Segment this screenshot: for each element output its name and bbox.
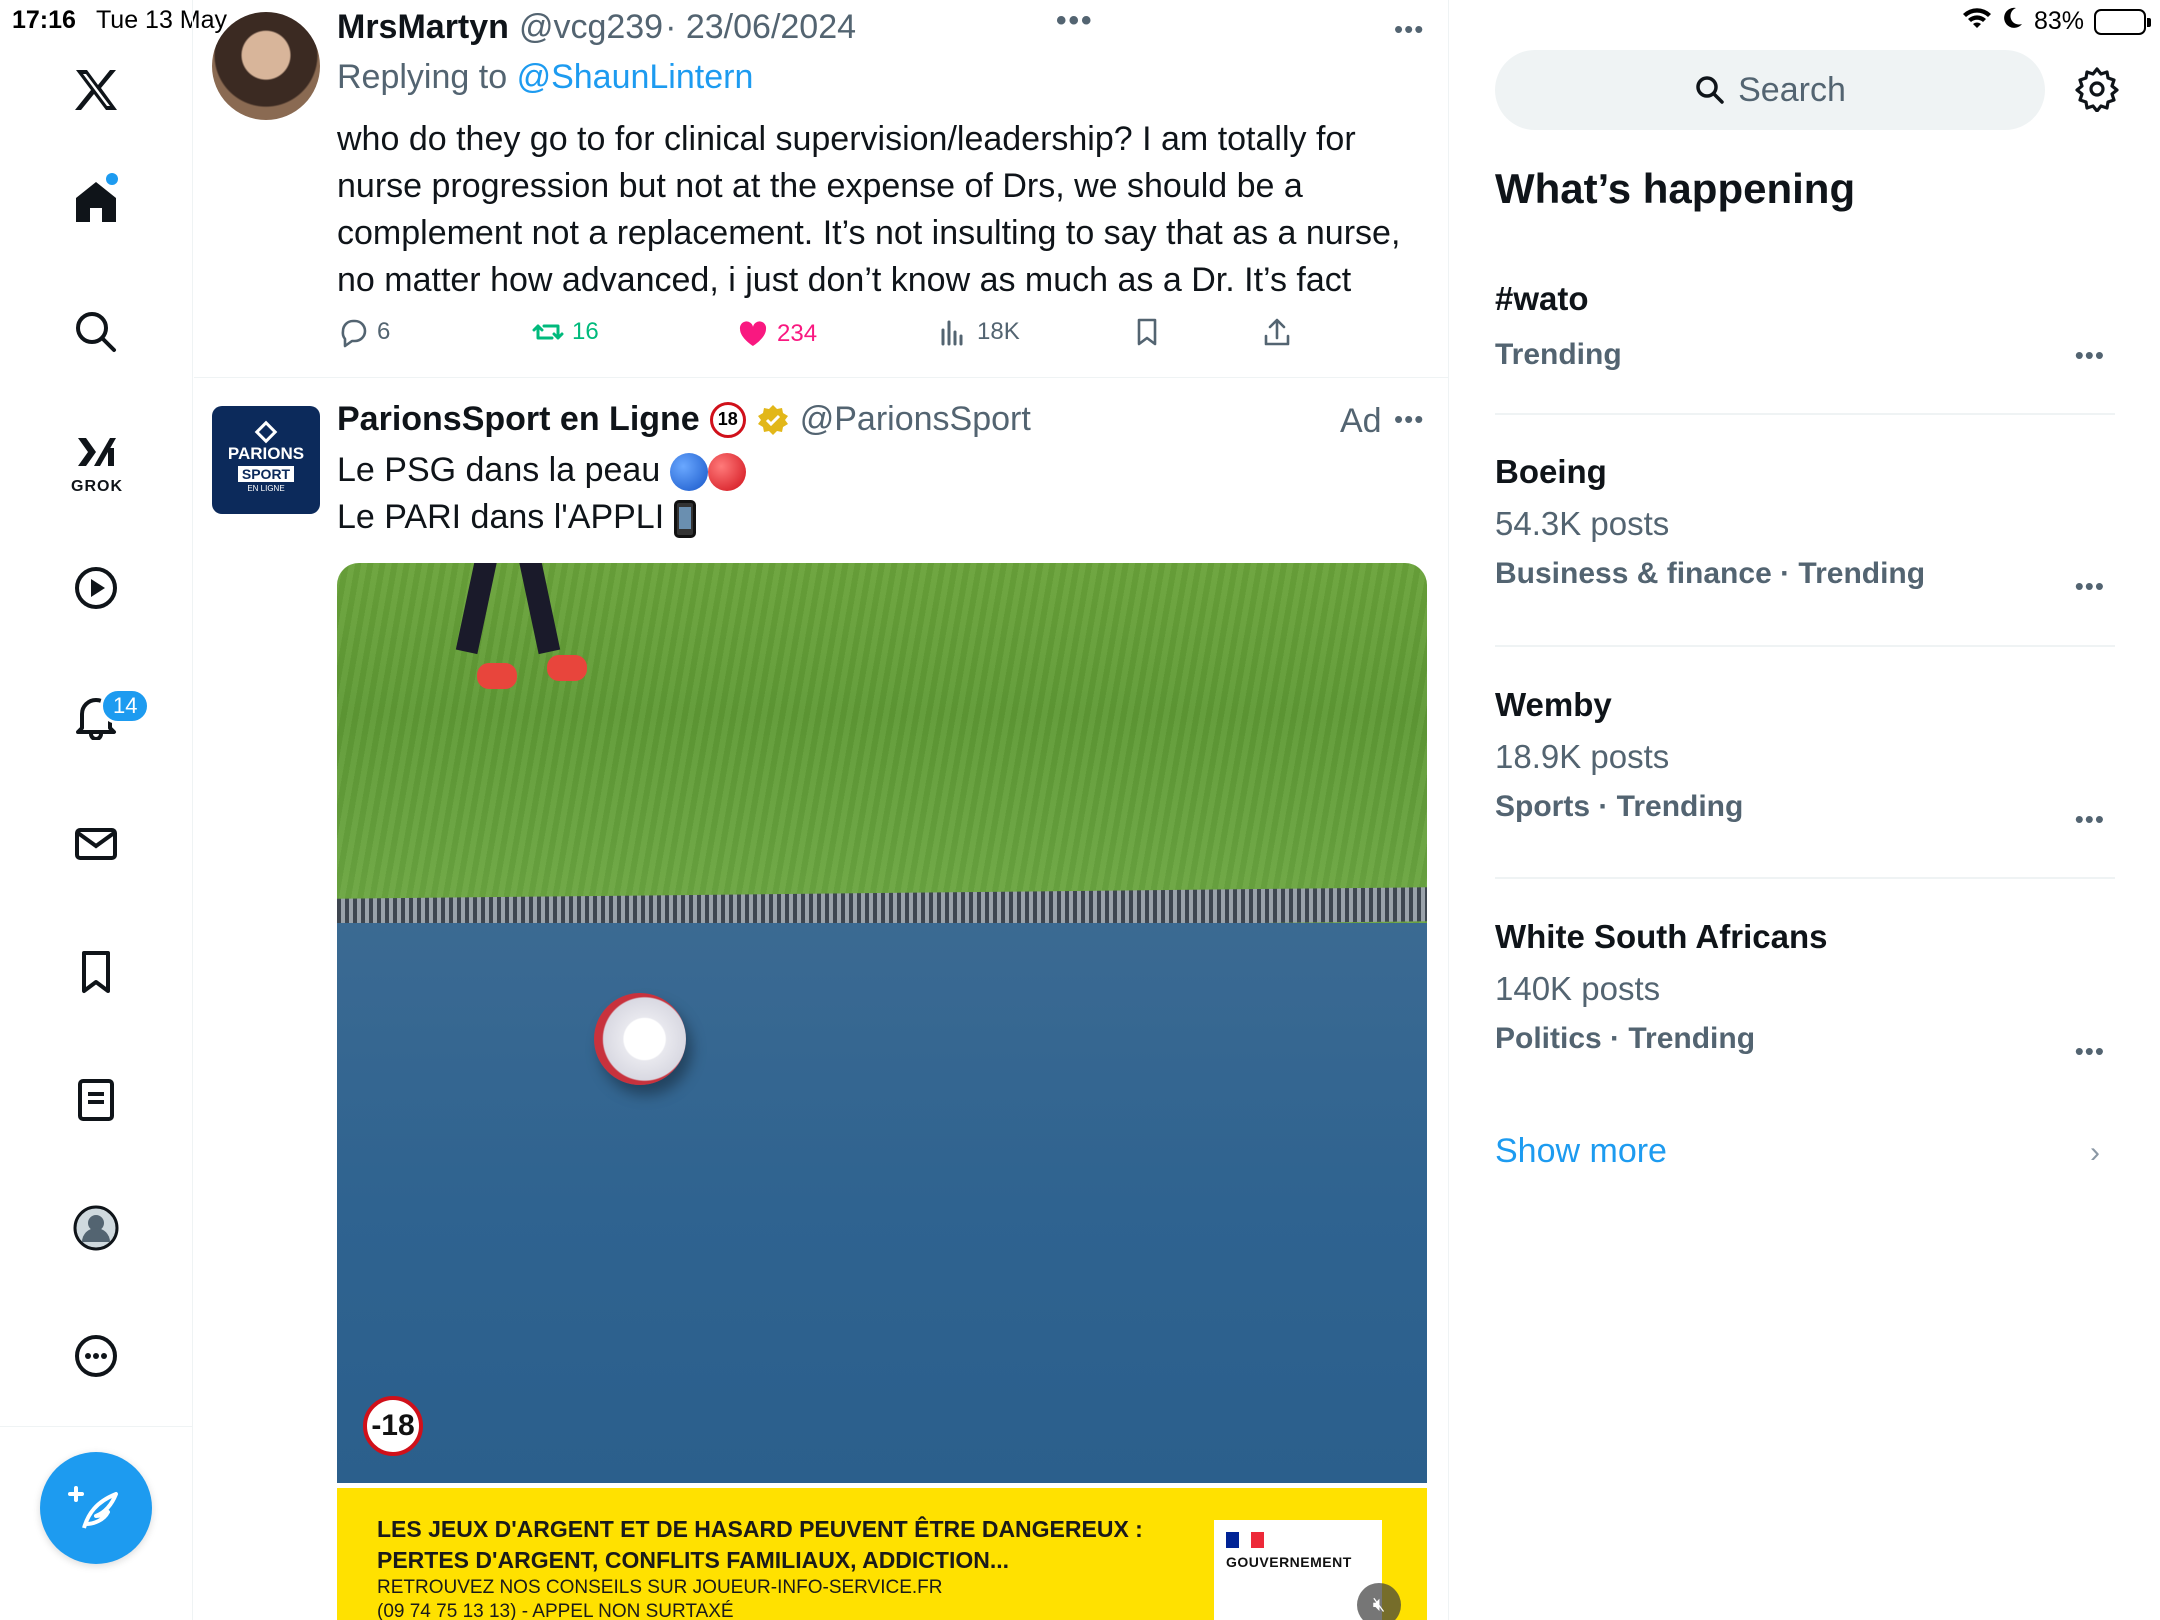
player-shoe [477,663,517,689]
gear-icon[interactable] [2074,66,2120,113]
age-warning-badge: -18 [363,1396,423,1456]
grok-icon[interactable] [70,426,122,478]
trend-more-button[interactable]: ••• [2075,1036,2105,1067]
nav-divider [0,1426,193,1427]
right-sidebar: Search What’s happening #wato Trending •… [1450,0,2160,1620]
video-ball [594,993,686,1085]
trend-item[interactable]: White South Africans 140K posts Politics… [1495,918,2115,1066]
trend-name: Wemby [1495,686,1612,723]
avatar-logo-text-3: EN LIGNE [247,483,285,493]
trend-more-button[interactable]: ••• [2075,804,2105,835]
trend-more-button[interactable]: ••• [2075,340,2105,371]
ad-video[interactable]: -18 LES JEUX D'ARGENT ET DE HASARD PEUVE… [337,563,1427,1620]
speaker-muted-icon: 🔇︎ [1372,1593,1386,1616]
ad-text-line-2: Le PARI dans l'APPLI [337,498,665,536]
trend-category: Politics · Trending [1495,1022,1756,1055]
trend-posts: 140K posts [1495,970,1661,1007]
compose-button[interactable] [40,1452,152,1564]
search-icon[interactable] [70,306,122,358]
lists-icon[interactable] [70,1074,122,1126]
notifications-badge: 14 [100,688,151,724]
trend-name: White South Africans [1495,918,1828,955]
red-circle-emoji [707,453,746,492]
trend-name: #wato [1495,280,1589,317]
more-icon[interactable] [70,1330,122,1382]
government-label: GOUVERNEMENT [1226,1554,1352,1570]
video-floor [337,923,1427,1483]
age-restriction-icon: 18 [709,401,746,438]
home-unread-dot [106,173,118,185]
trend-category: Sports · Trending [1495,790,1744,823]
tweet-text-line-1: Le PSG dans la peau [337,447,1407,494]
tweet-text-line-2: Le PARI dans l'APPLI [337,494,1407,541]
trend-item[interactable]: Wemby 18.9K posts Sports · Trending ••• [1495,686,2115,834]
search-icon [1696,76,1724,104]
search-placeholder: Search [1738,70,1846,109]
mute-button[interactable]: 🔇︎ [1357,1583,1401,1620]
bookmark-icon[interactable] [70,946,122,998]
timeline: ••• MrsMartyn @vcg239 · 23/06/2024 ••• R… [194,0,1449,1620]
whats-happening-title: What’s happening [1495,165,1856,212]
player-shoe [547,655,587,681]
search-input[interactable]: Search [1495,50,2045,130]
blue-circle-emoji [669,453,708,492]
author-handle[interactable]: @ParionsSport [800,400,1031,439]
trend-category: Trending [1495,338,1622,371]
trend-category: Business & finance · Trending [1495,557,1926,590]
trend-divider [1495,645,2115,647]
trend-divider [1495,413,2115,415]
author-name[interactable]: ParionsSport en Ligne [337,400,700,439]
ad-label: Ad [1340,402,1382,440]
tweet-header: ParionsSport en Ligne 18 @ParionsSport [337,400,1031,439]
french-flag-icon [1226,1532,1265,1548]
avatar-logo-text: PARIONS [227,443,305,463]
verified-badge-icon [757,404,788,435]
left-navigation: GROK 14 [0,0,193,1620]
x-logo-icon[interactable] [70,64,122,116]
trend-more-button[interactable]: ••• [2075,571,2105,602]
chevron-right-icon: › [2090,1136,2100,1169]
tweet-parionssport-ad[interactable]: PARIONS SPORT EN LIGNE ParionsSport en L… [194,0,1448,1620]
avatar[interactable]: PARIONS SPORT EN LIGNE [212,406,320,514]
trend-name: Boeing [1495,453,1607,490]
trend-divider [1495,877,2115,879]
trend-posts: 54.3K posts [1495,505,1670,542]
trend-posts: 18.9K posts [1495,738,1670,775]
ad-text-line-1: Le PSG dans la peau [337,451,661,489]
trend-item[interactable]: Boeing 54.3K posts Business & finance · … [1495,453,2115,601]
tweet-more-button[interactable]: ••• [1394,404,1424,435]
trend-item[interactable]: #wato Trending ••• [1495,280,2115,372]
profile-icon[interactable] [70,1202,122,1254]
mobile-phone-emoji [673,500,696,539]
logo-diamond-icon [254,420,278,444]
compose-icon [68,1486,118,1529]
grok-label: GROK [71,478,123,495]
avatar-logo-text-2: SPORT [237,465,295,482]
video-icon[interactable] [70,562,122,614]
mail-icon[interactable] [70,818,122,870]
show-more-link[interactable]: Show more [1495,1132,1667,1171]
gambling-warning: LES JEUX D'ARGENT ET DE HASARD PEUVENT Ê… [337,1488,1427,1620]
video-grass [337,563,1427,943]
